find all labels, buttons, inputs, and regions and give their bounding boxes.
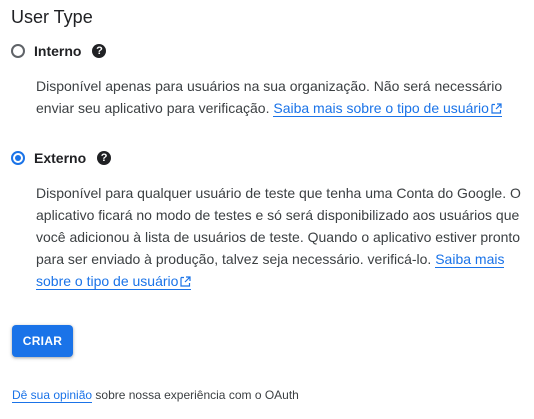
feedback-text: sobre nossa experiência com o OAuth <box>95 388 299 402</box>
radio-externo[interactable] <box>11 151 25 165</box>
option-externo-description: Disponível para qualquer usuário de test… <box>36 182 524 292</box>
option-externo[interactable]: Externo ? <box>11 147 112 169</box>
help-icon[interactable]: ? <box>92 44 107 58</box>
option-interno-label[interactable]: Interno <box>34 43 81 59</box>
option-externo-label[interactable]: Externo <box>34 150 86 166</box>
help-icon[interactable]: ? <box>97 151 112 165</box>
learn-more-link-interno[interactable]: Saiba mais sobre o tipo de usuário <box>273 100 502 117</box>
external-link-icon <box>491 103 502 114</box>
option-interno[interactable]: Interno ? <box>11 40 107 62</box>
feedback-line: Dê sua opinião sobre nossa experiência c… <box>12 388 299 403</box>
external-link-icon <box>180 276 192 287</box>
option-interno-description: Disponível apenas para usuários na sua o… <box>36 75 524 119</box>
create-button[interactable]: CRIAR <box>12 325 73 357</box>
feedback-link[interactable]: Dê sua opinião <box>12 388 93 403</box>
section-title: User Type <box>11 7 93 27</box>
radio-interno[interactable] <box>11 44 25 58</box>
